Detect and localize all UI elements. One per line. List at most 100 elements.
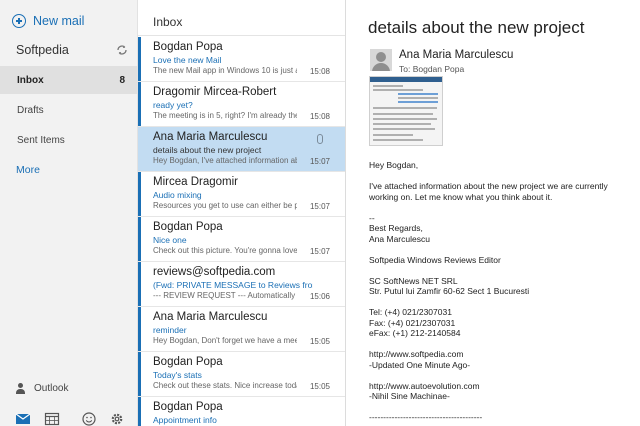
sidebar: New mail Softpedia Inbox 8 Drafts Sent I… — [0, 0, 138, 426]
message-item[interactable]: Mircea Dragomir Audio mixing Resources y… — [138, 172, 345, 217]
email-subject: details about the new project — [368, 18, 585, 37]
body-line: -Updated One Minute Ago- — [369, 359, 471, 370]
folder-label: Drafts — [17, 104, 44, 116]
message-preview: Check out this picture. You're gonna lov… — [153, 246, 297, 255]
sidebar-item-drafts[interactable]: Drafts — [0, 96, 137, 124]
person-icon — [16, 383, 25, 394]
body-line: Softpedia Windows Reviews Editor — [369, 254, 501, 265]
body-link[interactable]: http://www.softpedia.com — [369, 349, 637, 360]
message-item[interactable]: Bogdan Popa Today's stats Check out thes… — [138, 352, 345, 397]
mail-icon[interactable] — [15, 411, 31, 426]
message-sender: Ana Maria Marculescu — [153, 311, 268, 323]
body-line: Tel: (+4) 021/2307031 — [369, 307, 452, 317]
email-from: Ana Maria Marculescu — [399, 49, 514, 61]
message-sender: Bogdan Popa — [153, 221, 223, 233]
body-line: eFax: (+1) 212-2140584 — [369, 328, 461, 338]
outlook-account[interactable]: Outlook — [16, 383, 68, 394]
account-row[interactable]: Softpedia — [0, 40, 137, 62]
body-line: Hey Bogdan, — [369, 160, 419, 170]
unread-count-badge: 8 — [119, 74, 125, 86]
message-time: 15:05 — [309, 337, 330, 346]
sidebar-item-sent-items[interactable]: Sent Items — [0, 126, 137, 154]
paperclip-icon — [317, 134, 323, 144]
calendar-icon[interactable] — [44, 411, 60, 426]
sender-avatar — [370, 49, 392, 71]
body-link[interactable]: http://www.autoevolution.com — [369, 381, 637, 392]
folder-label: Sent Items — [17, 134, 65, 146]
message-time: 15:06 — [309, 292, 330, 301]
message-preview: Check out these stats. Nice increase tod… — [153, 381, 297, 390]
message-sender: Mircea Dragomir — [153, 176, 238, 188]
message-time: 15:07 — [309, 247, 330, 256]
message-sender: Dragomir Mircea-Robert — [153, 86, 277, 98]
email-body: Hey Bogdan, I've attached information ab… — [369, 160, 637, 423]
unread-indicator — [138, 82, 141, 126]
message-item[interactable]: Dragomir Mircea-Robert ready yet? The me… — [138, 82, 345, 127]
message-sender: Ana Maria Marculescu — [153, 131, 268, 143]
unread-indicator — [138, 172, 141, 216]
sync-icon[interactable] — [116, 44, 128, 56]
reading-pane: details about the new project Ana Maria … — [347, 0, 640, 426]
message-preview: The new Mail app in Windows 10 is just a… — [153, 66, 297, 75]
message-sender: Bogdan Popa — [153, 401, 223, 413]
message-item[interactable]: Ana Maria Marculescu reminder Hey Bogdan… — [138, 307, 345, 352]
body-line: -Nihil Sine Machinae- — [369, 391, 450, 401]
new-mail-button[interactable]: New mail — [12, 10, 84, 32]
body-line: Best Regards, — [369, 223, 423, 233]
message-subject: details about the new project — [153, 145, 262, 155]
bottom-app-bar — [0, 408, 137, 426]
message-sender: Bogdan Popa — [153, 356, 223, 368]
body-line: ---------------------------------------- — [369, 412, 483, 422]
message-preview: --- REVIEW REQUEST --- Automatically for — [153, 291, 297, 300]
message-preview: Hey Bogdan, Don't forget we have a meet — [153, 336, 297, 345]
unread-indicator — [138, 307, 141, 351]
smiley-icon[interactable] — [81, 411, 97, 426]
message-item-selected[interactable]: Ana Maria Marculescu details about the n… — [138, 127, 345, 172]
message-time: 15:08 — [309, 67, 330, 76]
message-sender: Bogdan Popa — [153, 41, 223, 53]
attachment-thumbnail[interactable] — [369, 76, 443, 146]
message-subject: Nice one — [153, 235, 187, 245]
body-line: Str. Putul lui Zamfir 60-62 Sect 1 Bucur… — [369, 286, 530, 296]
message-item[interactable]: Bogdan Popa Appointment info — [138, 397, 345, 426]
unread-indicator — [138, 397, 141, 426]
list-header: Inbox — [138, 0, 345, 36]
body-line: SC SoftNews NET SRL — [369, 275, 458, 286]
account-name: Softpedia — [16, 43, 69, 57]
email-to: To: Bogdan Popa — [399, 64, 465, 74]
body-line: Ana Marculescu — [369, 233, 430, 244]
unread-indicator — [138, 352, 141, 396]
sidebar-item-inbox[interactable]: Inbox 8 — [0, 66, 137, 94]
new-mail-label: New mail — [33, 14, 85, 28]
message-subject: Today's stats — [153, 370, 202, 380]
message-subject: reminder — [153, 325, 187, 335]
body-line: I've attached information about the new … — [369, 181, 611, 202]
gear-icon[interactable] — [109, 411, 125, 426]
folder-label: Inbox — [17, 74, 44, 86]
unread-indicator — [138, 37, 141, 81]
message-item[interactable]: Bogdan Popa Nice one Check out this pict… — [138, 217, 345, 262]
plus-icon — [12, 14, 26, 28]
message-time: 15:07 — [309, 157, 330, 166]
list-title: Inbox — [153, 15, 183, 29]
message-time: 15:07 — [309, 202, 330, 211]
unread-indicator — [138, 217, 141, 261]
message-time: 15:05 — [309, 382, 330, 391]
outlook-label: Outlook — [34, 383, 69, 394]
message-subject: Appointment info — [153, 415, 217, 425]
message-preview: Hey Bogdan, I've attached information ab… — [153, 156, 297, 165]
message-subject: (Fwd: PRIVATE MESSAGE to Reviews from — [153, 280, 313, 290]
more-folders-link[interactable]: More — [16, 164, 40, 176]
body-line: -- — [369, 212, 375, 223]
message-time: 15:08 — [309, 112, 330, 121]
unread-indicator — [138, 262, 141, 306]
message-preview: The meeting is in 5, right? I'm already … — [153, 111, 297, 120]
message-item[interactable]: Bogdan Popa Love the new Mail The new Ma… — [138, 37, 345, 82]
body-line: Fax: (+4) 021/2307031 — [369, 317, 456, 328]
message-subject: Love the new Mail — [153, 55, 222, 65]
message-subject: ready yet? — [153, 100, 193, 110]
message-item[interactable]: reviews@softpedia.com (Fwd: PRIVATE MESS… — [138, 262, 345, 307]
message-preview: Resources you get to use can either be p… — [153, 201, 297, 210]
message-sender: reviews@softpedia.com — [153, 266, 276, 278]
message-subject: Audio mixing — [153, 190, 202, 200]
